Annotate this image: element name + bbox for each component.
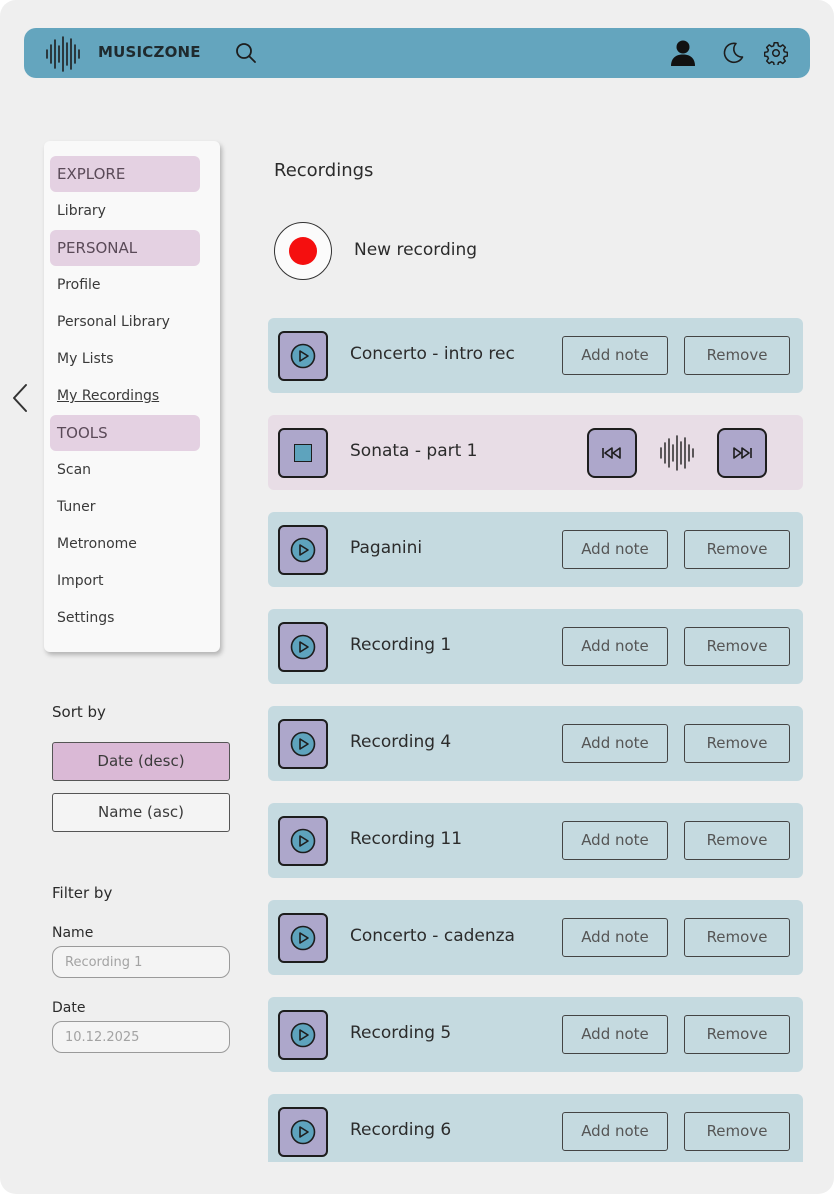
play-button[interactable] <box>278 719 328 769</box>
recording-row: Concerto - intro rec Add note Remove <box>268 318 803 393</box>
play-button[interactable] <box>278 1107 328 1157</box>
remove-button[interactable]: Remove <box>684 530 790 569</box>
soundwave-logo-icon <box>46 36 80 72</box>
fast-forward-button[interactable] <box>717 428 767 478</box>
play-icon <box>290 828 316 854</box>
rewind-button[interactable] <box>587 428 637 478</box>
filter-name-input[interactable] <box>52 946 230 978</box>
rewind-icon <box>602 447 621 459</box>
filter-heading: Filter by <box>52 884 113 902</box>
sidebar-item-my-recordings[interactable]: My Recordings <box>50 378 200 414</box>
recording-row: Recording 11 Add note Remove <box>268 803 803 878</box>
add-note-button[interactable]: Add note <box>562 336 668 375</box>
add-note-button[interactable]: Add note <box>562 724 668 763</box>
gear-icon[interactable] <box>764 41 788 65</box>
add-note-button[interactable]: Add note <box>562 627 668 666</box>
recording-name: Recording 6 <box>350 1120 452 1140</box>
sort-date-desc-button[interactable]: Date (desc) <box>52 742 230 781</box>
sidebar-item-tuner[interactable]: Tuner <box>50 489 200 525</box>
recording-name: Paganini <box>350 538 423 558</box>
play-icon <box>290 1022 316 1048</box>
moon-icon[interactable] <box>721 41 745 65</box>
record-dot-icon <box>289 237 317 265</box>
sidebar-item-my-lists[interactable]: My Lists <box>50 341 200 377</box>
stop-icon <box>294 444 312 462</box>
sidebar-item-profile[interactable]: Profile <box>50 267 200 303</box>
soundwave-icon <box>660 435 694 471</box>
app-frame: MUSICZONE EXPLORE Library PERSONAL Profi… <box>0 0 834 1194</box>
recording-row: Concerto - cadenza Add note Remove <box>268 900 803 975</box>
sidebar-menu: EXPLORE Library PERSONAL Profile Persona… <box>44 141 220 652</box>
stop-button[interactable] <box>278 428 328 478</box>
top-bar: MUSICZONE <box>24 28 810 78</box>
brand-name: MUSICZONE <box>98 43 201 61</box>
remove-button[interactable]: Remove <box>684 627 790 666</box>
search-icon[interactable] <box>234 41 258 65</box>
add-note-button[interactable]: Add note <box>562 1015 668 1054</box>
recording-row: Recording 6 Add note Remove <box>268 1094 803 1162</box>
sort-name-asc-button[interactable]: Name (asc) <box>52 793 230 832</box>
play-button[interactable] <box>278 525 328 575</box>
user-icon[interactable] <box>670 39 696 67</box>
sidebar-section-personal: PERSONAL <box>50 230 200 266</box>
sidebar-section-tools: TOOLS <box>50 415 200 451</box>
add-note-button[interactable]: Add note <box>562 1112 668 1151</box>
filter-date-input[interactable] <box>52 1021 230 1053</box>
play-icon <box>290 343 316 369</box>
sidebar-item-import[interactable]: Import <box>50 563 200 599</box>
back-arrow-icon[interactable] <box>10 383 30 413</box>
remove-button[interactable]: Remove <box>684 1112 790 1151</box>
recording-name: Recording 5 <box>350 1023 452 1043</box>
record-button[interactable] <box>274 222 332 280</box>
play-icon <box>290 925 316 951</box>
recording-name: Sonata - part 1 <box>350 441 478 461</box>
recording-name: Recording 1 <box>350 635 452 655</box>
recording-name: Recording 11 <box>350 829 463 849</box>
recording-row: Paganini Add note Remove <box>268 512 803 587</box>
sidebar-item-settings[interactable]: Settings <box>50 600 200 636</box>
play-icon <box>290 1119 316 1145</box>
recording-name: Concerto - cadenza <box>350 926 515 946</box>
sidebar-item-personal-library[interactable]: Personal Library <box>50 304 200 340</box>
remove-button[interactable]: Remove <box>684 821 790 860</box>
play-icon <box>290 634 316 660</box>
recording-row: Recording 4 Add note Remove <box>268 706 803 781</box>
filter-name-label: Name <box>52 925 94 941</box>
sidebar-section-explore: EXPLORE <box>50 156 200 192</box>
play-button[interactable] <box>278 913 328 963</box>
sidebar-item-scan[interactable]: Scan <box>50 452 200 488</box>
page-title: Recordings <box>274 160 374 181</box>
sort-heading: Sort by <box>52 703 106 721</box>
remove-button[interactable]: Remove <box>684 336 790 375</box>
add-note-button[interactable]: Add note <box>562 821 668 860</box>
add-note-button[interactable]: Add note <box>562 918 668 957</box>
recording-row: Recording 1 Add note Remove <box>268 609 803 684</box>
fast-forward-icon <box>733 447 752 459</box>
recording-row-playing: Sonata - part 1 <box>268 415 803 490</box>
remove-button[interactable]: Remove <box>684 724 790 763</box>
new-recording-label: New recording <box>354 240 478 260</box>
sidebar-item-metronome[interactable]: Metronome <box>50 526 200 562</box>
play-icon <box>290 731 316 757</box>
sidebar-item-library[interactable]: Library <box>50 193 200 229</box>
remove-button[interactable]: Remove <box>684 918 790 957</box>
play-button[interactable] <box>278 1010 328 1060</box>
play-button[interactable] <box>278 622 328 672</box>
play-button[interactable] <box>278 331 328 381</box>
play-button[interactable] <box>278 816 328 866</box>
filter-date-label: Date <box>52 1000 86 1016</box>
add-note-button[interactable]: Add note <box>562 530 668 569</box>
remove-button[interactable]: Remove <box>684 1015 790 1054</box>
recording-name: Concerto - intro rec <box>350 344 515 364</box>
recording-row: Recording 5 Add note Remove <box>268 997 803 1072</box>
play-icon <box>290 537 316 563</box>
recording-name: Recording 4 <box>350 732 452 752</box>
